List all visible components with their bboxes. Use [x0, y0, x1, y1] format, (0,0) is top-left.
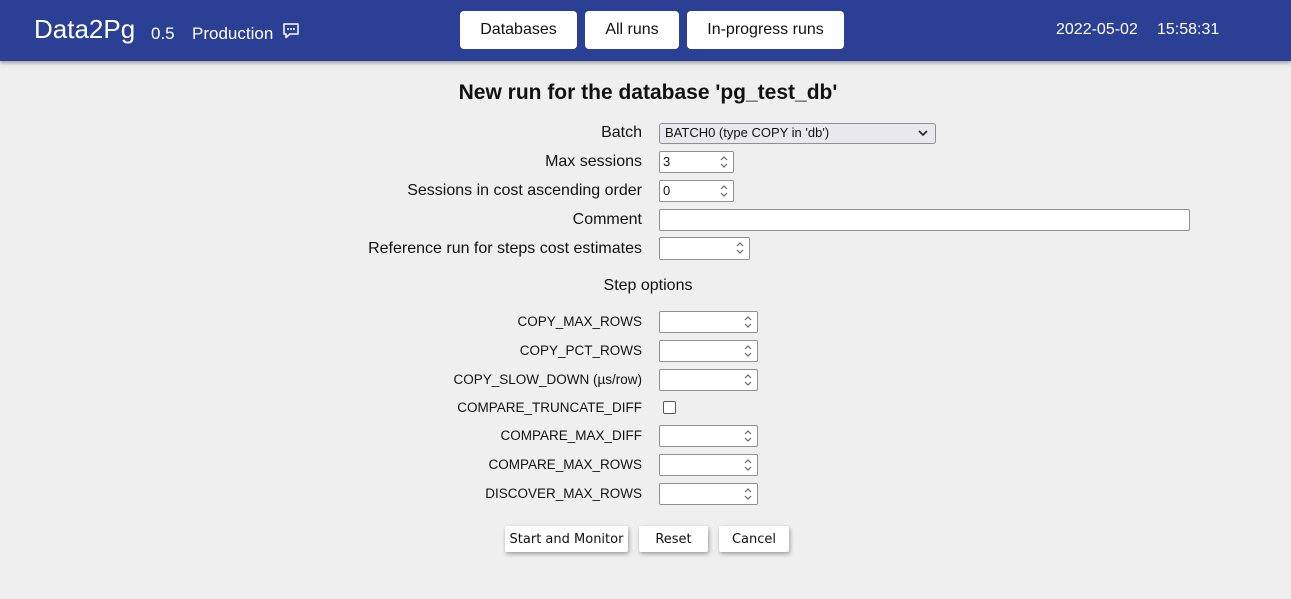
comment-input[interactable]: [659, 209, 1190, 231]
comment-label: Comment: [572, 211, 642, 228]
compare-max-diff-label: COMPARE_MAX_DIFF: [500, 428, 642, 443]
copy-slow-down-input[interactable]: [659, 369, 758, 391]
reset-button[interactable]: Reset: [639, 526, 708, 552]
batch-selected-value: BATCH0 (type COPY in 'db'): [665, 125, 830, 140]
discover-max-rows-input[interactable]: [659, 483, 758, 505]
spinner-icon[interactable]: [718, 183, 730, 199]
app-title: Data2Pg: [34, 14, 136, 44]
max-sessions-input[interactable]: 3: [659, 151, 734, 173]
max-sessions-value: 3: [663, 154, 671, 169]
chevron-down-icon: [918, 130, 928, 137]
start-and-monitor-button[interactable]: Start and Monitor: [505, 526, 628, 552]
compare-max-rows-input[interactable]: [659, 454, 758, 476]
batch-select[interactable]: BATCH0 (type COPY in 'db'): [659, 123, 936, 144]
copy-slow-down-label: COPY_SLOW_DOWN (µs/row): [453, 372, 642, 387]
cancel-button[interactable]: Cancel: [719, 526, 789, 552]
compare-max-rows-label: COMPARE_MAX_ROWS: [488, 457, 642, 472]
databases-button[interactable]: Databases: [460, 11, 577, 49]
copy-pct-rows-input[interactable]: [659, 340, 758, 362]
discover-max-rows-label: DISCOVER_MAX_ROWS: [485, 486, 642, 501]
app-version: 0.5: [151, 24, 175, 43]
current-time: 15:58:31: [1157, 21, 1220, 38]
spinner-icon[interactable]: [734, 240, 746, 256]
copy-pct-rows-label: COPY_PCT_ROWS: [519, 343, 642, 358]
batch-label: Batch: [601, 124, 642, 141]
environment-label: Production: [192, 24, 274, 43]
sessions-order-value: 0: [663, 183, 671, 198]
compare-truncate-diff-checkbox[interactable]: [663, 401, 676, 414]
page-title: New run for the database 'pg_test_db': [458, 81, 838, 104]
all-runs-button[interactable]: All runs: [585, 11, 679, 49]
top-bar: Data2Pg 0.5 Production Databases All run…: [0, 0, 1291, 61]
spinner-icon[interactable]: [742, 486, 754, 502]
in-progress-runs-button[interactable]: In-progress runs: [687, 11, 844, 49]
compare-max-diff-input[interactable]: [659, 425, 758, 447]
compare-truncate-diff-label: COMPARE_TRUNCATE_DIFF: [457, 400, 642, 415]
spinner-icon[interactable]: [742, 314, 754, 330]
sessions-order-label: Sessions in cost ascending order: [407, 182, 642, 199]
spinner-icon[interactable]: [742, 428, 754, 444]
spinner-icon[interactable]: [742, 343, 754, 359]
spinner-icon[interactable]: [742, 372, 754, 388]
message-icon[interactable]: [282, 22, 300, 40]
spinner-icon[interactable]: [742, 457, 754, 473]
copy-max-rows-label: COPY_MAX_ROWS: [517, 314, 642, 329]
sessions-order-input[interactable]: 0: [659, 180, 734, 202]
max-sessions-label: Max sessions: [545, 153, 642, 170]
step-options-title: Step options: [603, 277, 693, 294]
copy-max-rows-input[interactable]: [659, 311, 758, 333]
spinner-icon[interactable]: [718, 154, 730, 170]
reference-run-label: Reference run for steps cost estimates: [368, 240, 642, 257]
current-date: 2022-05-02: [1056, 21, 1138, 38]
reference-run-input[interactable]: [659, 237, 750, 260]
